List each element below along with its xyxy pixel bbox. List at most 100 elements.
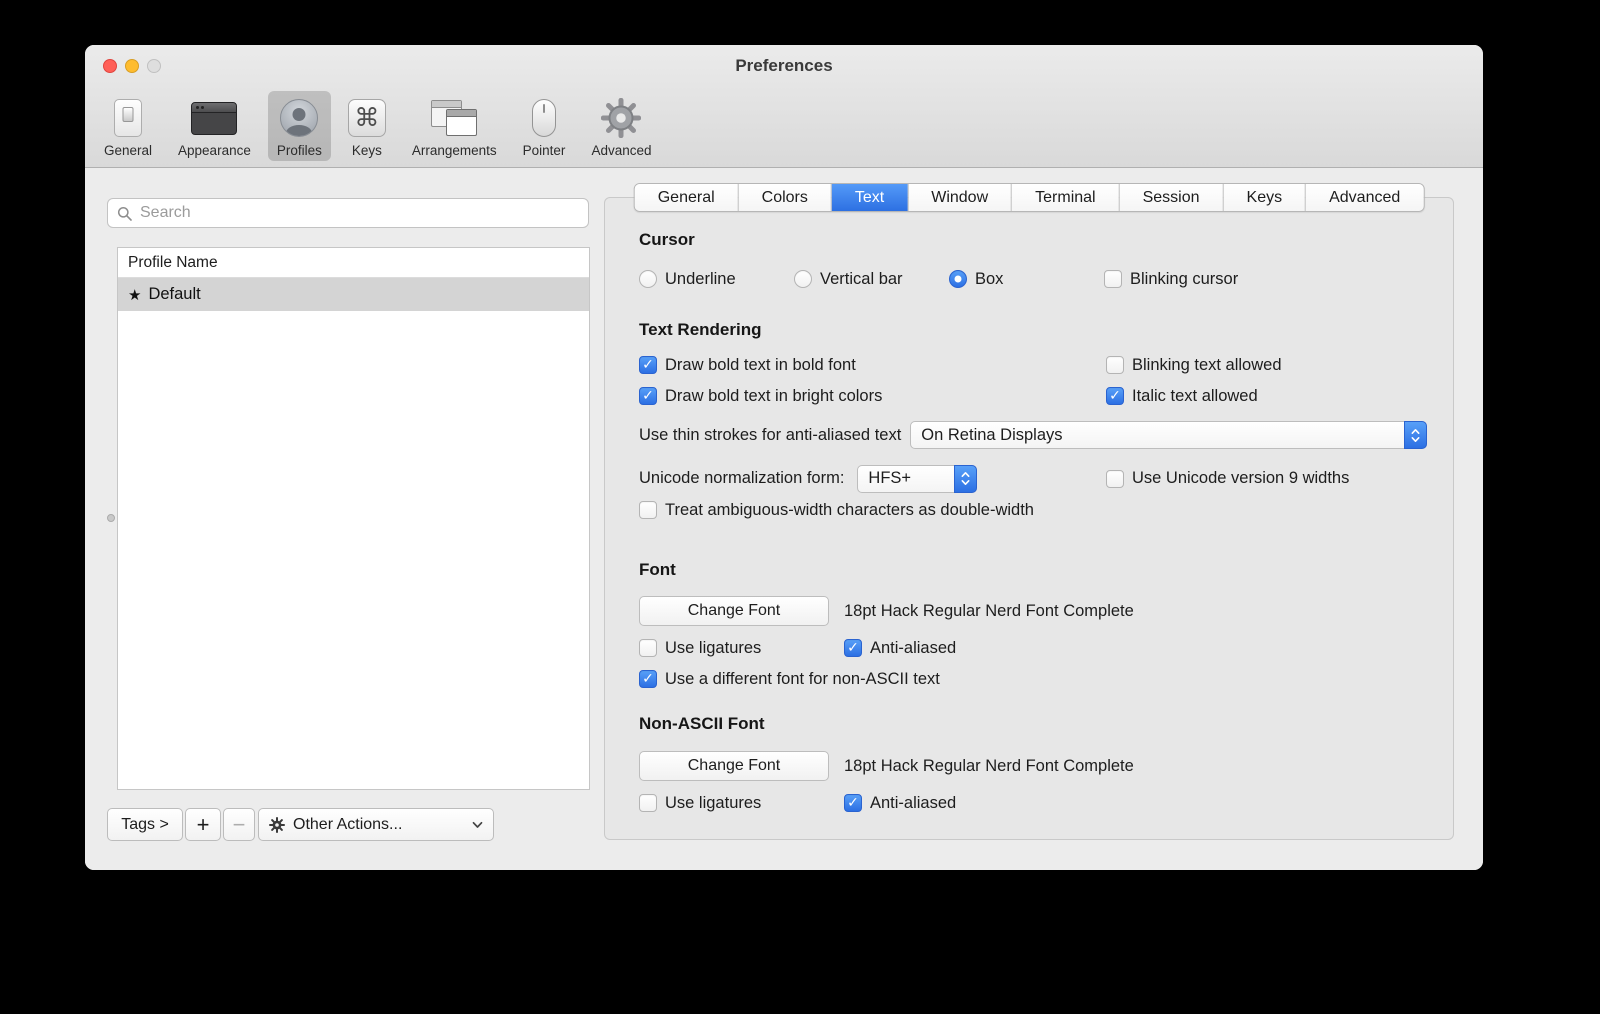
search-input[interactable] bbox=[108, 199, 588, 227]
tab-colors[interactable]: Colors bbox=[737, 184, 831, 211]
checkbox-box bbox=[1106, 387, 1124, 405]
cursor-section-title: Cursor bbox=[639, 230, 695, 249]
tab-advanced[interactable]: Advanced bbox=[1305, 184, 1424, 211]
other-actions-button[interactable]: Other Actions... bbox=[258, 808, 494, 841]
text-rendering-row-1: Draw bold text in bold font Blinking tex… bbox=[639, 353, 1427, 377]
thin-strokes-label: Use thin strokes for anti-aliased text bbox=[639, 425, 902, 444]
checkbox-ambiguous-width[interactable]: Treat ambiguous-width characters as doub… bbox=[639, 501, 1034, 520]
search-field bbox=[107, 198, 589, 228]
remove-profile-button[interactable]: − bbox=[223, 808, 255, 841]
radio-underline[interactable]: Underline bbox=[639, 270, 794, 289]
general-icon bbox=[114, 99, 143, 137]
traffic-lights bbox=[103, 59, 161, 73]
tab-window[interactable]: Window bbox=[907, 184, 1012, 211]
tags-button[interactable]: Tags > bbox=[107, 808, 183, 841]
tab-session[interactable]: Session bbox=[1118, 184, 1223, 211]
gear-icon bbox=[269, 816, 285, 833]
appearance-icon bbox=[191, 101, 238, 135]
profile-actions-bar: Tags > + − Other Actions... bbox=[107, 808, 494, 841]
close-button[interactable] bbox=[103, 59, 117, 73]
arrangements-icon bbox=[431, 100, 478, 136]
checkbox-box bbox=[1106, 356, 1124, 374]
cursor-style-row: Underline Vertical bar Box Blinking curs… bbox=[639, 266, 1427, 292]
toolbar-item-advanced[interactable]: Advanced bbox=[582, 91, 660, 161]
checkbox-box bbox=[639, 670, 657, 688]
non-ascii-change-font-button[interactable]: Change Font bbox=[639, 751, 829, 781]
titlebar[interactable]: Preferences bbox=[85, 45, 1483, 87]
radio-vertical-bar[interactable]: Vertical bar bbox=[794, 270, 949, 289]
toolbar-item-profiles[interactable]: Profiles bbox=[267, 91, 331, 161]
toolbar-item-pointer[interactable]: Pointer bbox=[514, 91, 575, 161]
checkbox-use-ligatures[interactable]: Use ligatures bbox=[639, 639, 844, 658]
toolbar-item-arrangements[interactable]: Arrangements bbox=[403, 91, 506, 161]
checkbox-different-non-ascii-font[interactable]: Use a different font for non-ASCII text bbox=[639, 670, 940, 689]
add-profile-button[interactable]: + bbox=[185, 808, 221, 841]
thin-strokes-popup[interactable]: On Retina Displays bbox=[910, 421, 1427, 449]
checkbox-box bbox=[844, 794, 862, 812]
change-font-button[interactable]: Change Font bbox=[639, 596, 829, 626]
checkbox-non-ascii-anti-aliased[interactable]: Anti-aliased bbox=[844, 794, 1427, 813]
checkbox-box bbox=[639, 356, 657, 374]
pane-resize-handle[interactable] bbox=[107, 514, 115, 522]
zoom-button[interactable] bbox=[147, 59, 161, 73]
checkbox-box bbox=[639, 794, 657, 812]
unicode-form-popup[interactable]: HFS+ bbox=[857, 464, 978, 493]
checkbox-box bbox=[1106, 469, 1124, 488]
checkbox-anti-aliased[interactable]: Anti-aliased bbox=[844, 639, 1427, 658]
advanced-gear-icon bbox=[601, 98, 642, 138]
star-icon: ★ bbox=[128, 286, 142, 304]
checkbox-box bbox=[1104, 270, 1122, 288]
ambiguous-width-row: Treat ambiguous-width characters as doub… bbox=[639, 498, 1427, 522]
radio-box[interactable]: Box bbox=[949, 270, 1104, 289]
tab-general[interactable]: General bbox=[634, 184, 738, 211]
font-options-row: Use ligatures Anti-aliased bbox=[639, 636, 1427, 660]
checkbox-bright-colors[interactable]: Draw bold text in bright colors bbox=[639, 387, 1106, 406]
non-ascii-toggle-row: Use a different font for non-ASCII text bbox=[639, 667, 1427, 691]
profile-list-header: Profile Name bbox=[118, 248, 589, 278]
tab-keys[interactable]: Keys bbox=[1222, 184, 1306, 211]
toolbar-item-general[interactable]: General bbox=[95, 91, 161, 161]
tab-text[interactable]: Text bbox=[830, 184, 908, 211]
text-tab-content: Cursor Underline Vertical bar Box Blinki… bbox=[605, 229, 1453, 870]
main-area: Profile Name ★ Default Tags > + − bbox=[85, 168, 1483, 870]
non-ascii-font-description: 18pt Hack Regular Nerd Font Complete bbox=[844, 756, 1134, 775]
toolbar-item-appearance[interactable]: Appearance bbox=[169, 91, 260, 161]
profile-list: Profile Name ★ Default bbox=[117, 247, 590, 790]
radio-circle bbox=[949, 270, 967, 288]
radio-circle bbox=[639, 270, 657, 288]
thin-strokes-row: Use thin strokes for anti-aliased text O… bbox=[639, 421, 1427, 449]
command-key-icon: ⌘ bbox=[347, 99, 386, 137]
checkbox-non-ascii-use-ligatures[interactable]: Use ligatures bbox=[639, 794, 844, 813]
checkbox-box bbox=[639, 639, 657, 657]
window-chrome: Preferences General Appearance Profiles bbox=[85, 45, 1483, 168]
chevron-down-icon bbox=[472, 821, 483, 829]
checkbox-box bbox=[639, 501, 657, 519]
text-rendering-section-title: Text Rendering bbox=[639, 320, 762, 339]
pointer-mouse-icon bbox=[532, 99, 557, 137]
radio-circle bbox=[794, 270, 812, 288]
checkbox-blinking-cursor[interactable]: Blinking cursor bbox=[1104, 270, 1427, 289]
checkbox-blinking-text[interactable]: Blinking text allowed bbox=[1106, 356, 1427, 375]
unicode-form-label: Unicode normalization form: bbox=[639, 469, 845, 487]
toolbar-item-keys[interactable]: ⌘ Keys bbox=[339, 91, 395, 161]
profile-settings-panel: General Colors Text Window Terminal Sess… bbox=[604, 183, 1454, 840]
profile-name: Default bbox=[148, 285, 201, 303]
checkbox-draw-bold[interactable]: Draw bold text in bold font bbox=[639, 356, 1106, 375]
text-rendering-row-2: Draw bold text in bright colors Italic t… bbox=[639, 384, 1427, 408]
checkbox-italic-text[interactable]: Italic text allowed bbox=[1106, 387, 1427, 406]
window-title: Preferences bbox=[735, 56, 833, 75]
checkbox-box bbox=[639, 387, 657, 405]
profile-tabs: General Colors Text Window Terminal Sess… bbox=[633, 183, 1425, 212]
non-ascii-change-row: Change Font 18pt Hack Regular Nerd Font … bbox=[639, 751, 1427, 781]
profiles-icon bbox=[280, 99, 319, 137]
non-ascii-font-section-title: Non-ASCII Font bbox=[639, 714, 765, 733]
popup-updown-chevrons-icon bbox=[1404, 421, 1427, 449]
profile-row-default[interactable]: ★ Default bbox=[118, 278, 589, 311]
checkbox-box bbox=[844, 639, 862, 657]
tab-terminal[interactable]: Terminal bbox=[1011, 184, 1119, 211]
non-ascii-options-row: Use ligatures Anti-aliased bbox=[639, 791, 1427, 815]
popup-updown-chevrons-icon bbox=[954, 464, 978, 493]
minimize-button[interactable] bbox=[125, 59, 139, 73]
toolbar: General Appearance Profiles ⌘ Keys Arran… bbox=[85, 87, 1483, 168]
checkbox-unicode-v9[interactable]: Use Unicode version 9 widths bbox=[1106, 469, 1427, 488]
